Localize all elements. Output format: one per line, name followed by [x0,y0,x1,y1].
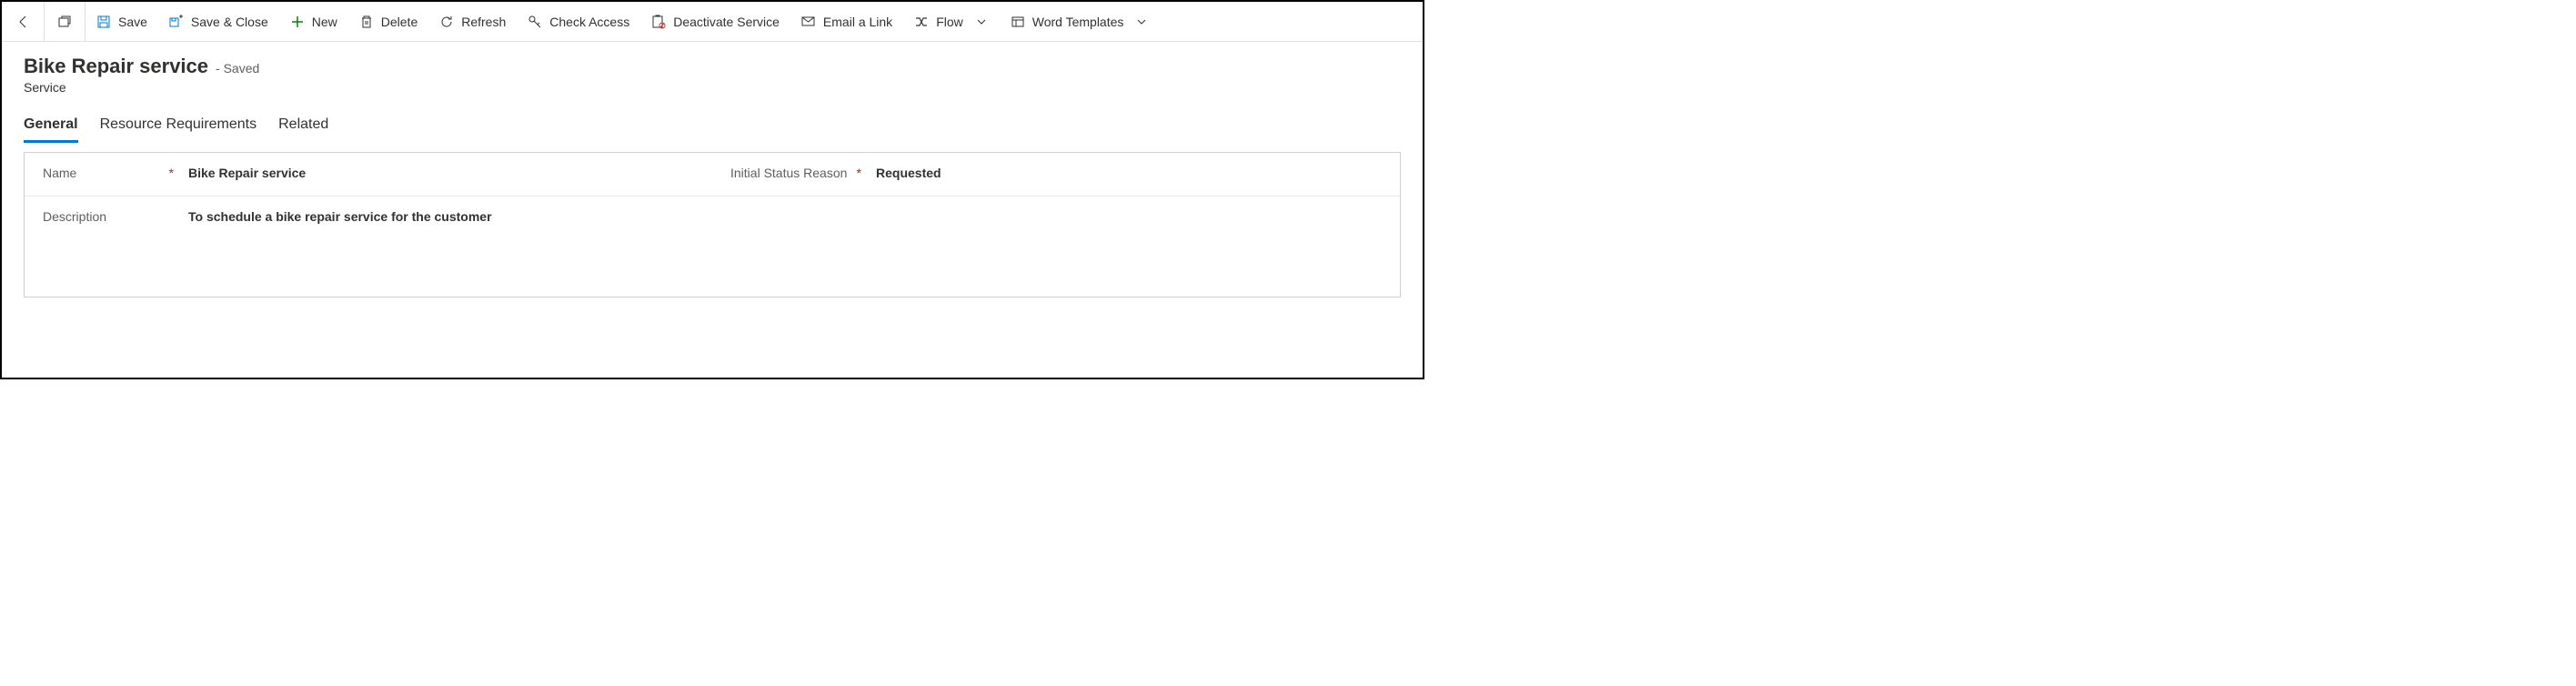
save-close-icon [169,15,184,29]
required-indicator: * [857,166,861,180]
title-row: Bike Repair service - Saved [24,55,1401,78]
description-label-text: Description [43,209,106,224]
saved-indicator: - Saved [216,61,259,76]
word-templates-label: Word Templates [1032,15,1124,29]
flow-button[interactable]: Flow [903,3,1000,41]
delete-button[interactable]: Delete [348,3,428,41]
status-value: Requested [876,166,941,180]
entity-label: Service [24,80,1401,95]
field-name[interactable]: Name * Bike Repair service [25,153,712,193]
word-templates-icon [1011,15,1025,29]
save-label: Save [118,15,147,29]
new-button[interactable]: New [279,3,348,41]
description-value: To schedule a bike repair service for th… [188,209,492,224]
chevron-down-icon [974,15,989,29]
tab-resource-requirements[interactable]: Resource Requirements [100,116,257,143]
popout-button[interactable] [45,3,85,41]
check-access-button[interactable]: Check Access [517,3,640,41]
word-templates-button[interactable]: Word Templates [1000,3,1161,41]
refresh-label: Refresh [461,15,506,29]
deactivate-label: Deactivate Service [673,15,780,29]
flow-icon [914,15,929,29]
chevron-down-icon [1134,15,1149,29]
status-label-text: Initial Status Reason [730,166,847,180]
back-button[interactable] [4,3,44,41]
plus-icon [290,15,305,29]
form-row: Description To schedule a bike repair se… [25,197,1400,297]
delete-label: Delete [381,15,418,29]
form-area: Name * Bike Repair service Initial Statu… [24,152,1401,298]
field-label-status: Initial Status Reason * [730,166,876,180]
email-link-button[interactable]: Email a Link [790,3,903,41]
record-header: Bike Repair service - Saved Service [2,42,1423,100]
tab-general[interactable]: General [24,116,78,143]
name-value: Bike Repair service [188,166,306,180]
check-access-label: Check Access [549,15,629,29]
tabs: General Resource Requirements Related [2,100,1423,143]
form-row: Name * Bike Repair service Initial Statu… [25,153,1400,197]
popout-icon [57,15,72,29]
page-title: Bike Repair service [24,55,208,78]
save-icon [96,15,111,29]
deactivate-button[interactable]: Deactivate Service [640,3,790,41]
refresh-icon [439,15,454,29]
command-bar: Save Save & Close New Delete Refresh Che… [2,2,1423,42]
field-description[interactable]: Description To schedule a bike repair se… [25,197,1400,237]
refresh-button[interactable]: Refresh [428,3,517,41]
field-label-description: Description [43,209,188,224]
email-icon [801,15,816,29]
key-icon [528,15,542,29]
tab-related[interactable]: Related [278,116,328,143]
save-close-button[interactable]: Save & Close [158,3,279,41]
deactivate-icon [651,15,666,29]
name-label-text: Name [43,166,76,180]
back-arrow-icon [16,15,31,29]
trash-icon [359,15,374,29]
field-initial-status-reason[interactable]: Initial Status Reason * Requested [712,153,1400,193]
required-indicator: * [169,166,174,180]
new-label: New [312,15,337,29]
save-button[interactable]: Save [86,3,158,41]
field-label-name: Name * [43,166,188,180]
email-link-label: Email a Link [823,15,892,29]
save-close-label: Save & Close [191,15,268,29]
flow-label: Flow [936,15,963,29]
